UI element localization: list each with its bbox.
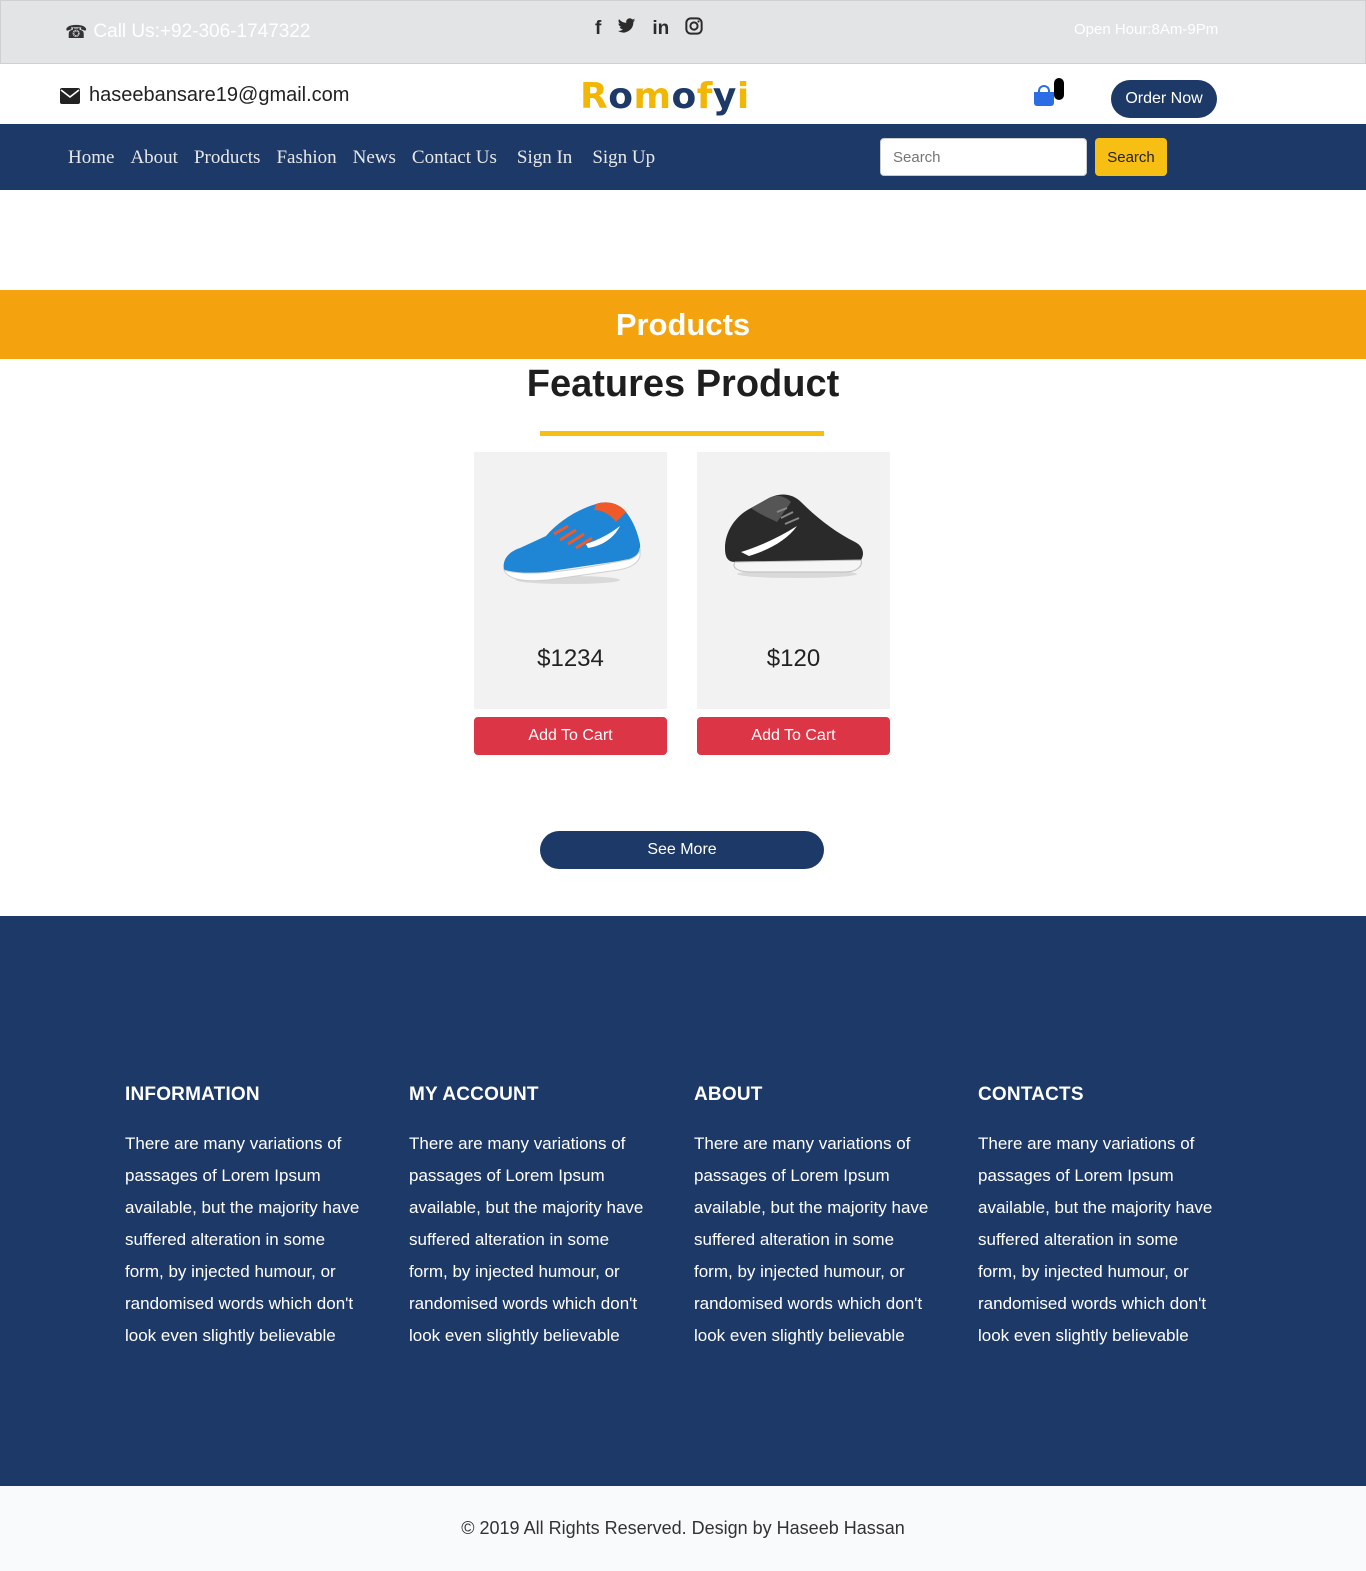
banner-title: Products [615,306,751,342]
footer-text: There are many variations of passages of… [125,1134,360,1345]
header: haseebansare19@gmail.com Romofyi Order N… [0,64,1366,124]
nav-home[interactable]: Home [68,147,114,169]
call-us[interactable]: ☎ Call Us:+92-306-1747322 [65,21,310,43]
envelope-icon [60,87,80,104]
site-logo[interactable]: Romofyi [580,76,750,117]
footer-heading: MY ACCOUNT [409,1084,539,1105]
nav-sign-in[interactable]: Sign In [517,147,572,169]
footer-heading: INFORMATION [125,1084,260,1105]
product-card[interactable]: $1234 [474,452,667,709]
footer-text: There are many variations of passages of… [409,1134,644,1345]
products-banner: Products [0,290,1366,359]
title-underline [540,431,824,436]
product-price: $1234 [537,645,604,672]
linkedin-icon[interactable]: in [652,18,669,40]
nav-sign-up[interactable]: Sign Up [592,147,655,169]
email-contact[interactable]: haseebansare19@gmail.com [60,84,349,107]
product-card[interactable]: $120 [697,452,890,709]
facebook-icon[interactable]: f [595,18,601,40]
copyright-bar: © 2019 All Rights Reserved. Design by Ha… [0,1486,1366,1571]
footer-column-about: ABOUT There are many variations of passa… [694,1084,934,1352]
email-text: haseebansare19@gmail.com [89,84,350,106]
footer-column-information: INFORMATION There are many variations of… [125,1084,365,1352]
nav-links: Home About Products Fashion News Contact… [68,147,671,169]
cart-count-badge [1054,78,1064,100]
footer-heading: ABOUT [694,1084,763,1105]
nav-products[interactable]: Products [194,147,261,169]
social-links: f in [595,17,703,41]
add-to-cart-button[interactable]: Add To Cart [697,717,890,755]
instagram-icon[interactable] [685,17,703,41]
main-nav: Home About Products Fashion News Contact… [0,124,1366,190]
shopping-bag-icon[interactable] [1034,84,1054,106]
search-input[interactable] [880,138,1087,176]
footer-heading: CONTACTS [978,1084,1084,1105]
footer-text: There are many variations of passages of… [694,1134,929,1345]
see-more-button[interactable]: See More [540,831,824,869]
twitter-icon[interactable] [617,18,636,40]
copyright-text: © 2019 All Rights Reserved. Design by Ha… [461,1518,905,1538]
nav-fashion[interactable]: Fashion [276,147,336,169]
nav-news[interactable]: News [353,147,396,169]
features-title: Features Product [526,363,840,405]
blue-running-shoe-image [503,502,641,584]
footer-text: There are many variations of passages of… [978,1134,1213,1345]
product-price: $120 [766,645,821,672]
nav-about[interactable]: About [130,147,178,169]
order-now-button[interactable]: Order Now [1111,80,1217,118]
footer-column-contacts: CONTACTS There are many variations of pa… [978,1084,1218,1352]
phone-icon: ☎ [65,21,88,42]
top-info-bar: ☎ Call Us:+92-306-1747322 f in Open Hour… [0,0,1366,64]
open-hours: Open Hour:8Am-9Pm [1074,21,1219,38]
add-to-cart-button[interactable]: Add To Cart [474,717,667,755]
footer-column-my-account: MY ACCOUNT There are many variations of … [409,1084,649,1352]
nav-contact-us[interactable]: Contact Us [412,147,497,169]
search-button[interactable]: Search [1095,138,1167,176]
black-running-shoe-image [725,494,863,578]
call-text: Call Us:+92-306-1747322 [93,21,311,42]
footer: INFORMATION There are many variations of… [0,916,1366,1486]
